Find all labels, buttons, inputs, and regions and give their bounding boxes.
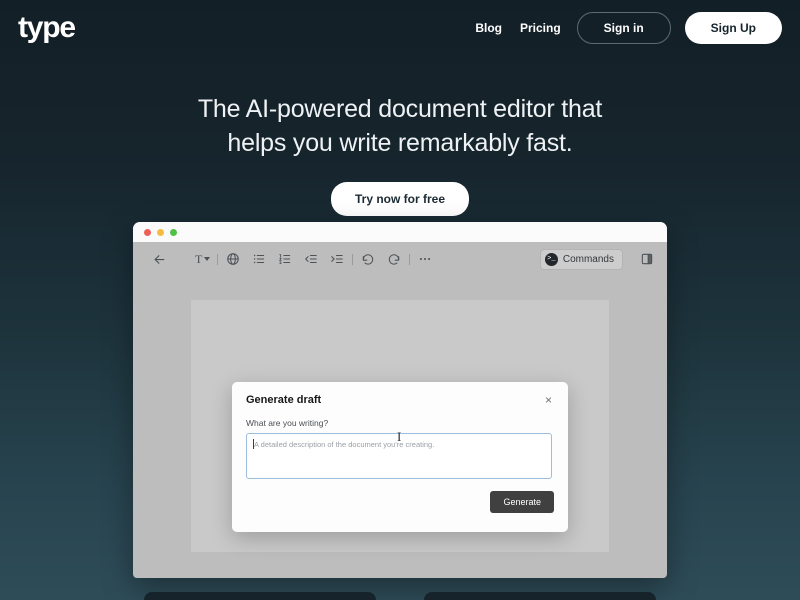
panel-toggle-icon[interactable] <box>639 251 655 267</box>
bullet-list-icon[interactable] <box>251 251 267 267</box>
commands-button-label: Commands <box>562 253 614 265</box>
text-style-dropdown[interactable]: T <box>195 251 211 267</box>
generate-draft-dialog: Generate draft × What are you writing? A… <box>232 382 568 532</box>
commands-button[interactable]: >_ Commands <box>539 248 623 270</box>
outdent-icon[interactable] <box>303 251 319 267</box>
dialog-footer: Generate <box>246 491 554 513</box>
window-title-bar <box>133 222 667 242</box>
generate-button[interactable]: Generate <box>490 491 554 513</box>
top-navbar: type Blog Pricing Sign in Sign Up <box>0 0 800 56</box>
below-fold-cards <box>0 592 800 600</box>
toolbar-divider <box>217 253 219 265</box>
window-maximize-dot[interactable] <box>170 228 177 236</box>
prompt-input[interactable]: A detailed description of the document y… <box>246 429 552 479</box>
editor-toolbar: T >_ Commands <box>133 242 667 276</box>
text-caret <box>253 439 254 449</box>
brand-logo[interactable]: type <box>18 13 76 43</box>
indent-icon[interactable] <box>329 251 345 267</box>
more-options-icon[interactable] <box>417 251 433 267</box>
sign-up-button[interactable]: Sign Up <box>684 12 782 44</box>
page-title: The AI-powered document editor that help… <box>0 92 800 160</box>
cta-container: Try now for free <box>0 182 800 216</box>
toolbar-divider-2 <box>352 253 354 265</box>
chevron-down-icon <box>204 257 211 261</box>
close-icon[interactable]: × <box>543 394 554 406</box>
insert-media-icon[interactable] <box>225 251 241 267</box>
feature-card-peek-right[interactable] <box>424 592 656 600</box>
toolbar-format-group <box>225 251 345 267</box>
arrow-left-icon[interactable] <box>151 251 167 267</box>
headline-line-1: The AI-powered document editor that <box>197 95 603 123</box>
hero-section: The AI-powered document editor that help… <box>0 92 800 216</box>
sign-in-button[interactable]: Sign in <box>576 12 671 44</box>
headline-line-2: helps you write remarkably fast. <box>227 129 573 157</box>
text-style-label: T <box>195 251 203 266</box>
toolbar-divider-3 <box>409 253 411 265</box>
redo-icon[interactable] <box>386 251 402 267</box>
toolbar-history-group <box>360 251 402 267</box>
numbered-list-icon[interactable] <box>277 251 293 267</box>
terminal-icon: >_ <box>544 252 558 266</box>
window-minimize-dot[interactable] <box>157 228 164 236</box>
nav-actions: Blog Pricing Sign in Sign Up <box>473 12 784 44</box>
dialog-title: Generate draft <box>246 394 322 406</box>
feature-card-peek-left[interactable] <box>144 592 376 600</box>
nav-link-pricing[interactable]: Pricing <box>518 17 563 39</box>
undo-icon[interactable] <box>360 251 376 267</box>
prompt-field-label: What are you writing? <box>246 418 329 428</box>
nav-link-blog[interactable]: Blog <box>473 17 504 39</box>
try-now-button[interactable]: Try now for free <box>330 182 470 216</box>
dialog-header: Generate draft × <box>246 394 554 406</box>
mouse-cursor-icon: I <box>397 429 402 444</box>
toolbar-right-group: >_ Commands <box>539 248 655 270</box>
window-close-dot[interactable] <box>144 228 151 236</box>
